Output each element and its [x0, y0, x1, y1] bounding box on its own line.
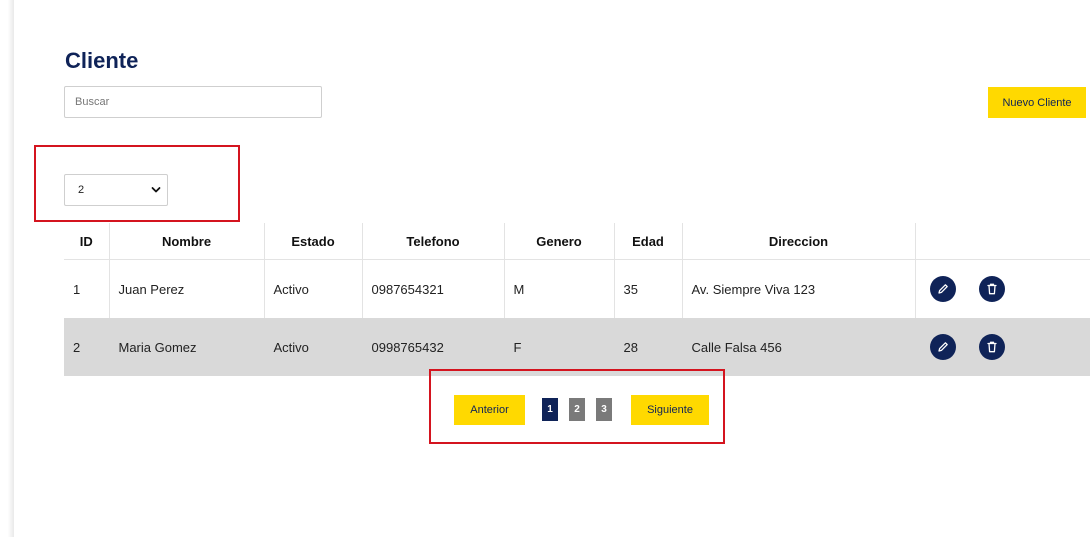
- header-estado: Estado: [264, 223, 363, 260]
- cell-estado: Activo: [264, 318, 363, 376]
- cell-nombre: Juan Perez: [109, 259, 265, 318]
- table-row: 1 Juan Perez Activo 0987654321 M 35 Av. …: [64, 259, 1090, 319]
- cell-actions: [915, 318, 1090, 376]
- table-row: 2 Maria Gomez Activo 0998765432 F 28 Cal…: [64, 318, 1090, 376]
- pencil-icon: [937, 342, 948, 352]
- cell-genero: M: [504, 259, 615, 318]
- header-telefono: Telefono: [362, 223, 505, 260]
- previous-page-button[interactable]: Anterior: [454, 395, 525, 425]
- cell-genero: F: [504, 318, 615, 376]
- cell-estado: Activo: [264, 259, 363, 318]
- page-size-value: 2: [78, 184, 85, 196]
- header-edad: Edad: [614, 223, 683, 260]
- cell-direccion: Calle Falsa 456: [682, 318, 916, 376]
- next-page-button[interactable]: Siguiente: [631, 395, 709, 425]
- edit-button[interactable]: [929, 276, 956, 302]
- pencil-icon: [937, 284, 948, 294]
- clients-table: ID Nombre Estado Telefono Genero Edad Di…: [64, 223, 1090, 376]
- search-input[interactable]: [64, 86, 322, 118]
- cell-direccion: Av. Siempre Viva 123: [682, 259, 916, 318]
- edit-button[interactable]: [929, 334, 956, 360]
- cell-telefono: 0987654321: [362, 259, 505, 318]
- trash-icon: [987, 283, 997, 295]
- header-id: ID: [64, 223, 110, 260]
- cell-edad: 28: [614, 318, 683, 376]
- page-title: Cliente: [65, 48, 139, 73]
- header-nombre: Nombre: [109, 223, 265, 260]
- trash-icon: [987, 341, 997, 353]
- page-size-select[interactable]: 2: [64, 174, 168, 206]
- cell-id: 1: [64, 259, 110, 318]
- header-actions: [915, 223, 1090, 260]
- delete-button[interactable]: [979, 276, 1006, 302]
- header-direccion: Direccion: [682, 223, 916, 260]
- cell-actions: [915, 260, 1090, 319]
- page-number-3[interactable]: 3: [596, 398, 612, 421]
- cell-edad: 35: [614, 259, 683, 318]
- cell-telefono: 0998765432: [362, 318, 505, 376]
- cell-id: 2: [64, 318, 110, 376]
- page-number-1[interactable]: 1: [542, 398, 558, 421]
- cell-nombre: Maria Gomez: [109, 318, 265, 376]
- page-number-2[interactable]: 2: [569, 398, 585, 421]
- table-header-row: ID Nombre Estado Telefono Genero Edad Di…: [64, 223, 1090, 260]
- left-edge-bar: [0, 0, 14, 537]
- header-genero: Genero: [504, 223, 615, 260]
- delete-button[interactable]: [979, 334, 1006, 360]
- new-client-button[interactable]: Nuevo Cliente: [988, 87, 1086, 118]
- chevron-down-icon: [151, 187, 161, 193]
